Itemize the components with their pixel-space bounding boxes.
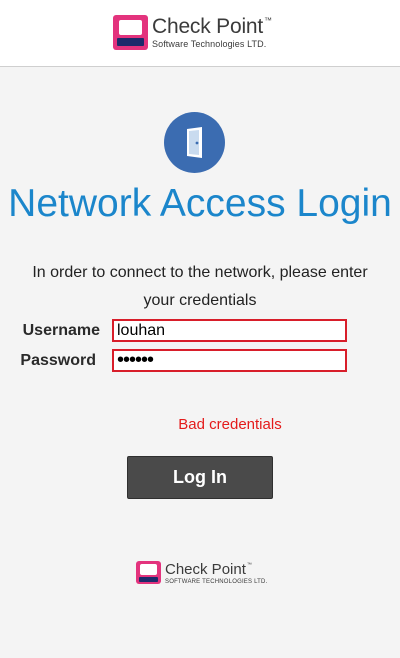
username-row: Username xyxy=(0,319,400,343)
footer-logo-trademark: ™ xyxy=(246,562,252,568)
username-label: Username xyxy=(22,322,100,339)
username-input[interactable] xyxy=(112,319,347,342)
door-icon xyxy=(164,112,225,173)
password-row: Password xyxy=(0,349,400,373)
logo-trademark: ™ xyxy=(264,16,272,25)
password-label: Password xyxy=(20,352,96,369)
error-message: Bad credentials xyxy=(178,416,282,433)
checkpoint-logo-icon xyxy=(113,15,148,50)
footer-logo-subtitle: SOFTWARE TECHNOLOGIES LTD. xyxy=(165,579,268,585)
login-button[interactable]: Log In xyxy=(127,456,273,499)
footer-checkpoint-logo-icon xyxy=(136,561,161,584)
page-header: Check Point™ Software Technologies LTD. xyxy=(0,0,400,67)
footer-checkpoint-logo: Check Point™ SOFTWARE TECHNOLOGIES LTD. xyxy=(136,561,267,585)
page-title: Network Access Login xyxy=(8,182,392,225)
password-input[interactable] xyxy=(112,349,347,372)
intro-text: In order to connect to the network, plea… xyxy=(32,264,368,309)
logo-brand-text: Check Point xyxy=(152,15,264,38)
footer-logo-brand-text: Check Point xyxy=(165,561,246,578)
checkpoint-logo: Check Point™ Software Technologies LTD. xyxy=(113,15,272,50)
logo-subtitle: Software Technologies LTD. xyxy=(152,39,267,49)
